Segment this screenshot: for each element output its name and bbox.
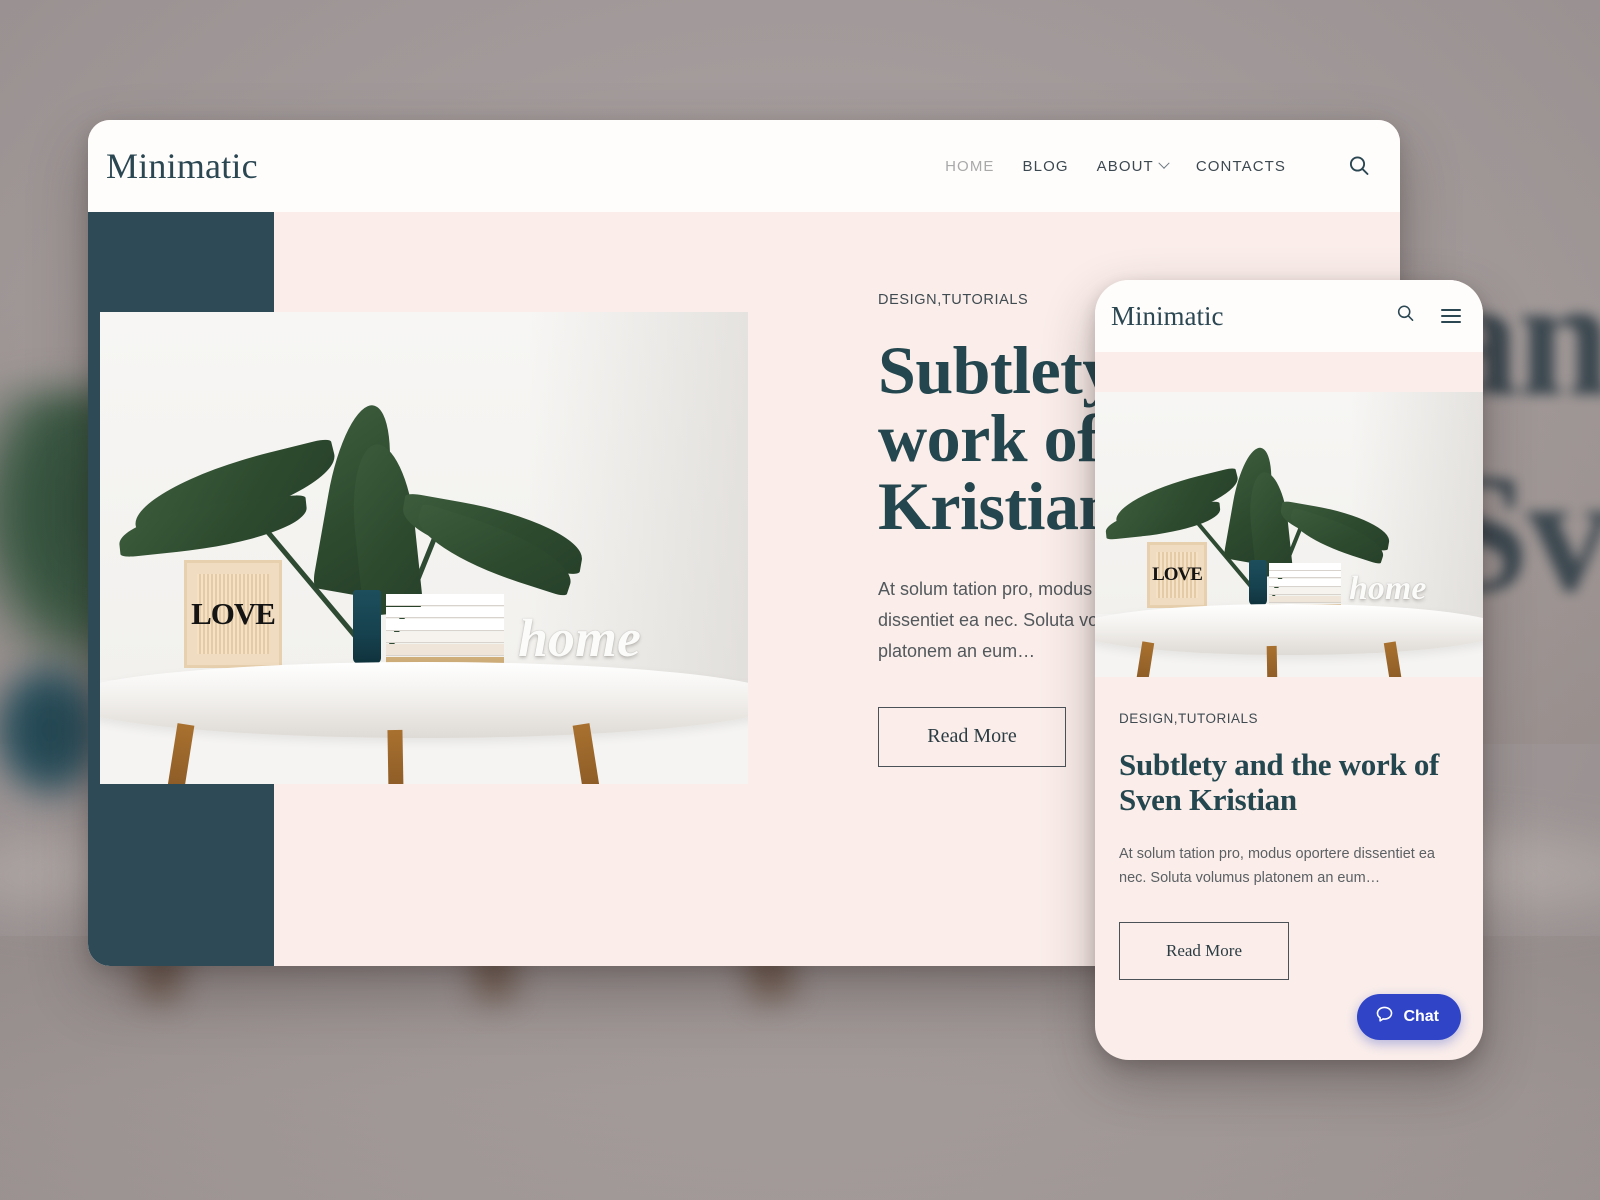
plant-vase	[353, 590, 381, 664]
book	[386, 644, 504, 656]
mobile-header: Minimatic	[1095, 280, 1483, 352]
hamburger-bar	[1441, 309, 1461, 311]
nav-item-home[interactable]: HOME	[945, 158, 994, 175]
frame-inner: LOVE	[1152, 551, 1203, 599]
book	[386, 619, 504, 631]
mobile-article-excerpt: At solum tation pro, modus oportere diss…	[1119, 846, 1435, 886]
nav-item-about-label: ABOUT	[1096, 157, 1154, 175]
book-stack	[1269, 563, 1341, 609]
photo-table-leg	[387, 729, 404, 784]
mobile-mockup: Minimatic LOVE home DESIGN,TUTORIALS Sub…	[1095, 280, 1483, 1060]
mobile-article-title[interactable]: Subtlety and the work of Sven Kristian	[1119, 747, 1459, 817]
photo-scene: LOVE home	[100, 312, 748, 784]
mobile-article: DESIGN,TUTORIALS Subtlety and the work o…	[1095, 677, 1483, 980]
book-stack	[386, 594, 504, 665]
hamburger-bar	[1441, 321, 1461, 323]
mobile-article-kicker[interactable]: DESIGN,TUTORIALS	[1119, 711, 1459, 726]
nav-item-blog[interactable]: BLOG	[1023, 158, 1069, 175]
mobile-header-icons	[1396, 304, 1461, 328]
photo-scene: LOVE home	[1095, 392, 1483, 677]
chat-widget-button[interactable]: Chat	[1357, 994, 1461, 1040]
mobile-hero-image: LOVE home	[1095, 392, 1483, 677]
chevron-down-icon	[1158, 157, 1170, 169]
desktop-nav: HOME BLOG ABOUT CONTACTS	[945, 155, 1370, 177]
nav-item-contacts-label: CONTACTS	[1195, 157, 1286, 175]
book	[386, 594, 504, 606]
hamburger-icon[interactable]	[1441, 309, 1461, 323]
book	[1269, 588, 1341, 595]
read-more-button[interactable]: Read More	[878, 706, 1066, 767]
book	[1269, 563, 1341, 571]
mobile-site-logo[interactable]: Minimatic	[1111, 301, 1223, 332]
hamburger-bar	[1441, 315, 1461, 317]
nav-item-contacts[interactable]: CONTACTS	[1196, 158, 1286, 175]
nav-item-home-label: HOME	[945, 157, 995, 175]
home-sign-text: home	[518, 608, 642, 668]
photo-table-leg	[1266, 645, 1278, 677]
frame-inner: LOVE	[191, 574, 276, 654]
home-sign-text: home	[1349, 570, 1427, 607]
chat-label: Chat	[1403, 1008, 1439, 1025]
love-art-text: LOVE	[1152, 564, 1203, 586]
search-icon[interactable]	[1396, 304, 1415, 328]
mobile-read-more-button[interactable]: Read More	[1119, 921, 1289, 980]
chat-bubble-icon	[1375, 1005, 1394, 1029]
book	[1269, 571, 1341, 578]
book	[1269, 579, 1341, 587]
love-picture-frame: LOVE	[184, 560, 282, 668]
search-icon[interactable]	[1348, 155, 1370, 177]
love-picture-frame: LOVE	[1147, 542, 1207, 608]
book	[1269, 596, 1341, 603]
nav-item-blog-label: BLOG	[1022, 157, 1069, 175]
love-art-text: LOVE	[191, 596, 276, 632]
photo-table-leg	[166, 723, 195, 784]
site-logo[interactable]: Minimatic	[106, 145, 258, 187]
desktop-header: Minimatic HOME BLOG ABOUT CONTACTS	[88, 120, 1400, 212]
book	[386, 632, 504, 643]
plant-vase	[1249, 560, 1267, 606]
desktop-hero-image: LOVE home	[100, 312, 748, 784]
photo-table-top	[100, 662, 748, 738]
book	[386, 607, 504, 618]
nav-item-about[interactable]: ABOUT	[1096, 157, 1170, 175]
